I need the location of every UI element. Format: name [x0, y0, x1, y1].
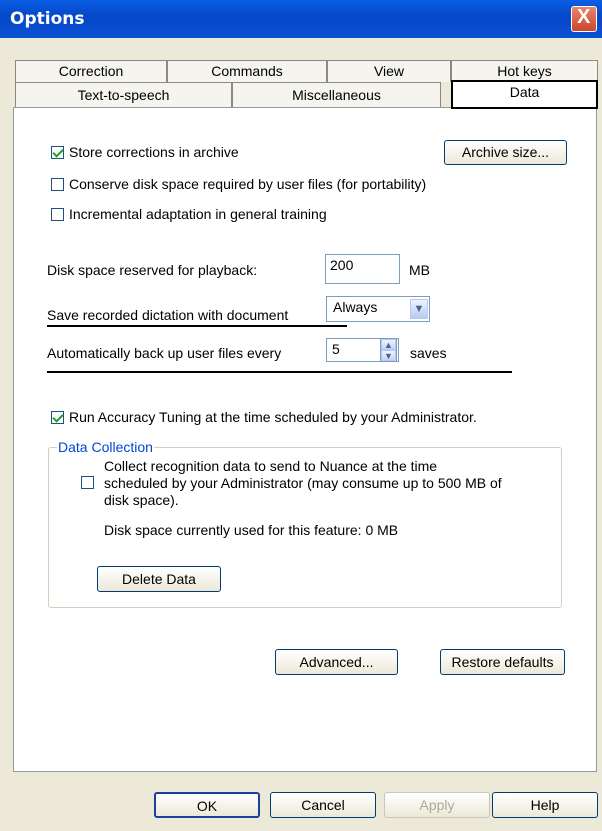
tab-commands[interactable]: Commands: [167, 60, 327, 82]
tab-view[interactable]: View: [327, 60, 451, 82]
close-icon: X: [577, 6, 591, 28]
tab-data[interactable]: Data: [451, 80, 598, 109]
spin-down-icon[interactable]: ▼: [381, 350, 396, 361]
conserve-disk-label: Conserve disk space required by user fil…: [69, 176, 427, 192]
cancel-button[interactable]: Cancel: [270, 792, 376, 818]
help-button[interactable]: Help: [492, 792, 598, 818]
disk-space-label: Disk space reserved for playback:: [47, 262, 258, 278]
store-corrections-checkbox[interactable]: [51, 146, 64, 159]
collect-data-label-2: scheduled by your Administrator (may con…: [104, 475, 502, 491]
tab-hot-keys[interactable]: Hot keys: [451, 60, 598, 82]
apply-button[interactable]: Apply: [384, 792, 490, 818]
restore-defaults-button[interactable]: Restore defaults: [440, 649, 565, 675]
incremental-adaptation-label: Incremental adaptation in general traini…: [69, 206, 327, 222]
underline-rule: [47, 371, 512, 373]
save-recorded-label: Save recorded dictation with document: [47, 307, 289, 323]
disk-space-input[interactable]: 200: [325, 254, 400, 284]
spin-up-icon[interactable]: ▲: [381, 339, 396, 350]
backup-label: Automatically back up user files every: [47, 345, 282, 361]
backup-unit: saves: [410, 345, 447, 361]
advanced-button[interactable]: Advanced...: [275, 649, 398, 675]
store-corrections-label: Store corrections in archive: [69, 144, 239, 160]
tab-correction[interactable]: Correction: [15, 60, 167, 82]
disk-used-text: Disk space currently used for this featu…: [104, 522, 399, 538]
tab-text-to-speech[interactable]: Text-to-speech: [15, 82, 232, 108]
data-collection-title: Data Collection: [57, 439, 154, 455]
accuracy-tuning-checkbox[interactable]: [51, 411, 64, 424]
tab-miscellaneous[interactable]: Miscellaneous: [232, 82, 441, 108]
title-bar: Options X: [0, 0, 602, 38]
ok-button[interactable]: OK: [154, 792, 260, 818]
conserve-disk-checkbox[interactable]: [51, 178, 64, 191]
backup-spinner[interactable]: ▲ ▼: [380, 338, 397, 362]
underline-rule: [47, 325, 347, 327]
archive-size-button[interactable]: Archive size...: [444, 140, 567, 165]
disk-space-unit: MB: [409, 262, 430, 278]
accuracy-tuning-label: Run Accuracy Tuning at the time schedule…: [69, 409, 477, 425]
chevron-down-icon[interactable]: ▼: [410, 299, 428, 319]
collect-data-label-3: disk space).: [104, 492, 179, 508]
collect-data-checkbox[interactable]: [81, 476, 94, 489]
incremental-adaptation-checkbox[interactable]: [51, 208, 64, 221]
window-title: Options: [10, 9, 85, 29]
close-button[interactable]: X: [571, 6, 597, 32]
collect-data-label-1: Collect recognition data to send to Nuan…: [104, 458, 438, 474]
save-recorded-value: Always: [333, 299, 378, 315]
delete-data-button[interactable]: Delete Data: [97, 566, 221, 592]
